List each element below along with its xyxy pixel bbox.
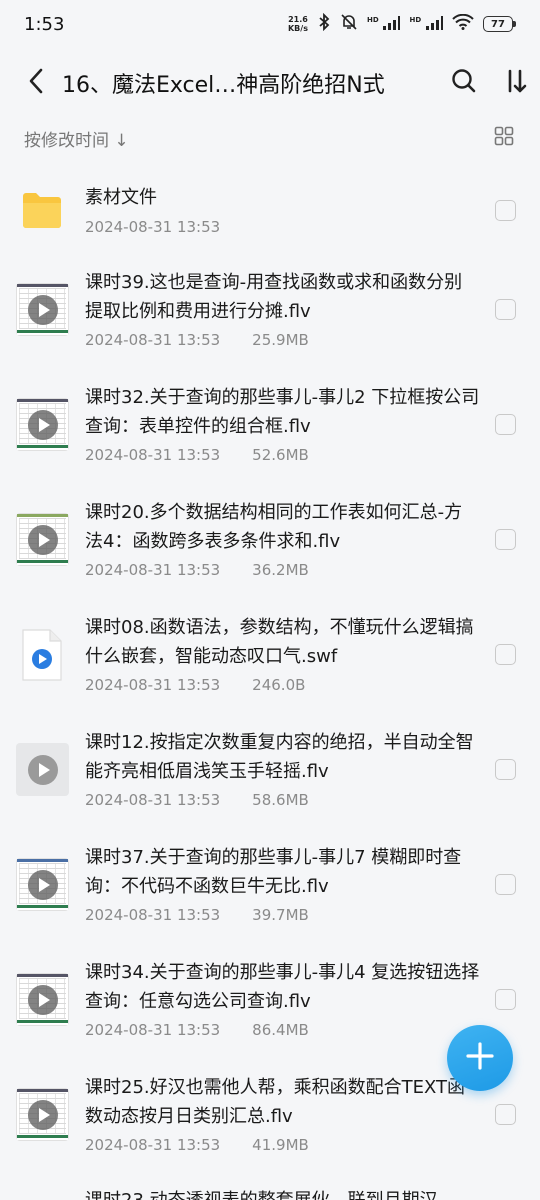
file-meta: 2024-08-31 13:53 39.7MB	[85, 906, 309, 924]
file-name: 课时08.函数语法，参数结构，不懂玩什么逻辑搞什么嵌套，智能动态叹口气.swf	[85, 617, 474, 667]
sort-icon	[504, 68, 528, 98]
list-item[interactable]: 课时12.按指定次数重复内容的绝招，半自动全智能齐亮相低眉浅笑玉手轻摇.flv …	[0, 717, 540, 832]
status-time: 1:53	[24, 13, 65, 35]
list-item[interactable]: 课时32.关于查询的那些事儿-事儿2 下拉框按公司查询：表单控件的组合框.flv…	[0, 372, 540, 487]
file-name: 课时20.多个数据结构相同的工作表如何汇总-方法4：函数跨多表多条件求和.flv	[85, 502, 463, 552]
file-size: 52.6MB	[252, 446, 309, 464]
select-checkbox[interactable]	[495, 299, 516, 320]
play-icon	[27, 984, 58, 1015]
back-button[interactable]	[10, 57, 62, 109]
file-meta: 2024-08-31 13:53 86.4MB	[85, 1021, 309, 1039]
grid-view-icon	[494, 126, 514, 150]
file-meta: 2024-08-31 13:53 58.6MB	[85, 791, 309, 809]
play-icon	[27, 754, 58, 785]
list-item-partial-name[interactable]: 课时23.动态透视表的整套展伙，联到月期汉	[85, 1186, 438, 1200]
video-thumbnail	[16, 973, 69, 1026]
status-icons: 21.6 KB/s HD HD 77	[287, 12, 516, 35]
file-meta: 2024-08-31 13:53 52.6MB	[85, 446, 309, 464]
search-button[interactable]	[442, 61, 486, 105]
video-thumbnail	[16, 398, 69, 451]
play-icon	[27, 294, 58, 325]
add-button[interactable]	[447, 1025, 513, 1091]
swf-file-icon	[20, 628, 64, 682]
video-thumbnail	[16, 513, 69, 566]
sort-button[interactable]	[494, 61, 538, 105]
file-size: 246.0B	[252, 676, 306, 694]
select-checkbox[interactable]	[495, 644, 516, 665]
file-size: 39.7MB	[252, 906, 309, 924]
list-item[interactable]: 课时20.多个数据结构相同的工作表如何汇总-方法4：函数跨多表多条件求和.flv…	[0, 487, 540, 602]
file-name: 课时34.关于查询的那些事儿-事儿4 复选按钮选择查询：任意勾选公司查询.flv	[85, 962, 480, 1012]
file-name: 课时37.关于查询的那些事儿-事儿7 模糊即时查询：不代码不函数巨牛无比.flv	[85, 847, 462, 897]
file-meta: 2024-08-31 13:53 246.0B	[85, 676, 305, 694]
select-checkbox[interactable]	[495, 200, 516, 221]
grid-view-button[interactable]	[490, 124, 518, 152]
select-checkbox[interactable]	[495, 529, 516, 550]
file-list: 素材文件 2024-08-31 13:53 课时39.这也是查询-用查找函数或求…	[0, 160, 540, 1177]
video-thumbnail	[16, 858, 69, 911]
file-name: 课时39.这也是查询-用查找函数或求和函数分别提取比例和费用进行分摊.flv	[85, 272, 463, 322]
file-date: 2024-08-31 13:53	[85, 446, 221, 464]
file-date: 2024-08-31 13:53	[85, 1136, 221, 1154]
signal-2-icon: HD	[409, 15, 443, 33]
file-name: 课时25.好汉也需他人帮，乘积函数配合TEXT函数动态按月日类别汇总.flv	[85, 1077, 466, 1127]
video-thumbnail	[16, 1088, 69, 1141]
bluetooth-icon	[317, 12, 331, 35]
file-size: 36.2MB	[252, 561, 309, 579]
plus-icon	[465, 1038, 495, 1078]
file-date: 2024-08-31 13:53	[85, 676, 221, 694]
status-bar: 1:53 21.6 KB/s HD HD 77	[0, 0, 540, 48]
file-date: 2024-08-31 13:53	[85, 1021, 221, 1039]
file-meta: 2024-08-31 13:53	[85, 218, 220, 236]
file-size: 41.9MB	[252, 1136, 309, 1154]
file-size: 86.4MB	[252, 1021, 309, 1039]
file-date: 2024-08-31 13:53	[85, 331, 221, 349]
wifi-icon	[452, 13, 474, 34]
file-size: 25.9MB	[252, 331, 309, 349]
list-item-folder[interactable]: 素材文件 2024-08-31 13:53	[0, 160, 540, 257]
file-size: 58.6MB	[252, 791, 309, 809]
sort-by-modified-time[interactable]: 按修改时间 ↓	[24, 126, 129, 151]
page-title: 16、魔法Excel…神高阶绝招N式	[62, 73, 385, 98]
battery-indicator: 77	[483, 16, 516, 32]
play-icon	[27, 1099, 58, 1130]
select-checkbox[interactable]	[495, 759, 516, 780]
video-thumbnail	[16, 743, 69, 796]
file-name: 课时32.关于查询的那些事儿-事儿2 下拉框按公司查询：表单控件的组合框.flv	[85, 387, 480, 437]
search-icon	[451, 68, 477, 98]
select-checkbox[interactable]	[495, 989, 516, 1010]
file-meta: 2024-08-31 13:53 36.2MB	[85, 561, 309, 579]
select-checkbox[interactable]	[495, 414, 516, 435]
top-app-bar: 16、魔法Excel…神高阶绝招N式	[0, 52, 540, 114]
mute-bell-icon	[340, 13, 358, 35]
back-icon	[26, 67, 46, 99]
select-checkbox[interactable]	[495, 1104, 516, 1125]
file-name: 素材文件	[85, 187, 157, 208]
play-icon	[27, 409, 58, 440]
file-date: 2024-08-31 13:53	[85, 906, 221, 924]
sort-row: 按修改时间 ↓	[0, 116, 540, 160]
file-name: 课时12.按指定次数重复内容的绝招，半自动全智能齐亮相低眉浅笑玉手轻摇.flv	[85, 732, 474, 782]
net-speed: 21.6 KB/s	[287, 15, 308, 33]
play-icon	[27, 869, 58, 900]
file-date: 2024-08-31 13:53	[85, 791, 221, 809]
file-date: 2024-08-31 13:53	[85, 561, 221, 579]
select-checkbox[interactable]	[495, 874, 516, 895]
file-meta: 2024-08-31 13:53 41.9MB	[85, 1136, 309, 1154]
video-thumbnail	[16, 283, 69, 336]
file-date: 2024-08-31 13:53	[85, 218, 221, 236]
signal-1-icon: HD	[367, 15, 401, 33]
list-item[interactable]: 课时39.这也是查询-用查找函数或求和函数分别提取比例和费用进行分摊.flv 2…	[0, 257, 540, 372]
file-meta: 2024-08-31 13:53 25.9MB	[85, 331, 309, 349]
play-icon	[27, 524, 58, 555]
list-item[interactable]: 课时37.关于查询的那些事儿-事儿7 模糊即时查询：不代码不函数巨牛无比.flv…	[0, 832, 540, 947]
list-item[interactable]: 课时08.函数语法，参数结构，不懂玩什么逻辑搞什么嵌套，智能动态叹口气.swf …	[0, 602, 540, 717]
folder-icon	[21, 190, 63, 230]
